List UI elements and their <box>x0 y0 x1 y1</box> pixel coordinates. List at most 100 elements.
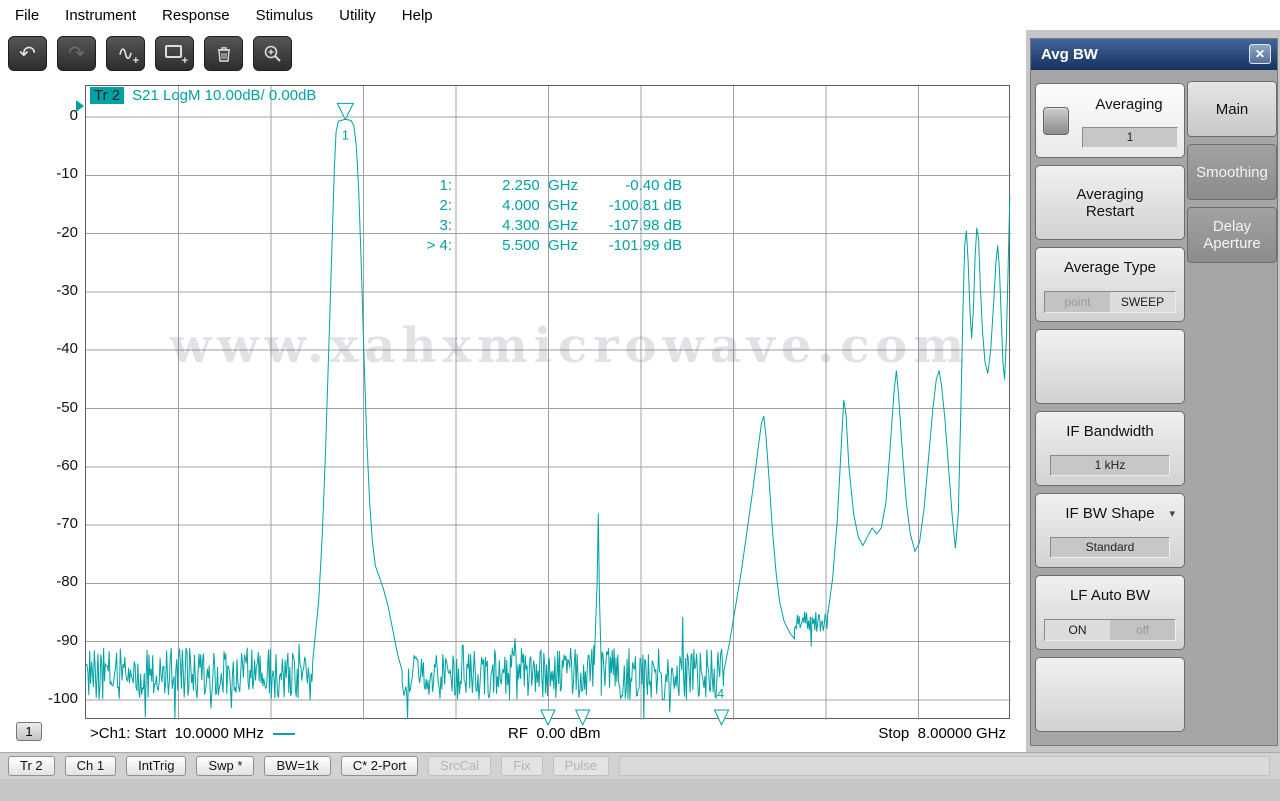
add-trace-icon: ∿ <box>117 42 134 65</box>
marker-number: 2: <box>439 197 452 214</box>
status-button-swp[interactable]: Swp * <box>196 756 255 776</box>
status-button-fix[interactable]: Fix <box>501 756 543 776</box>
averaging-button[interactable]: Averaging 1 <box>1035 83 1185 158</box>
marker-value: -101.99 dB <box>608 237 682 254</box>
y-axis-tick-label: -30 <box>56 281 78 299</box>
averaging-restart-button[interactable]: Averaging Restart <box>1035 165 1185 240</box>
menu-item-response[interactable]: Response <box>149 2 243 29</box>
y-axis-tick-label: -40 <box>56 340 78 358</box>
averaging-led-indicator <box>1043 107 1069 135</box>
marker-4-label: 4 <box>717 686 724 701</box>
marker-frequency: 5.500 GHz <box>502 237 578 254</box>
rf-power-label: RF 0.00 dBm <box>508 725 601 742</box>
plot-footer: >Ch1: Start 10.0000 MHz RF 0.00 dBm Stop… <box>0 723 1026 747</box>
dialog-title: Avg BW <box>1041 46 1098 63</box>
y-axis-tick-label: -80 <box>56 573 78 591</box>
menu-item-file[interactable]: File <box>2 2 52 29</box>
if-bw-shape-label: IF BW Shape <box>1065 505 1155 522</box>
lf-auto-bw-label: LF Auto BW <box>1069 587 1151 604</box>
y-axis-tick-label: -90 <box>56 631 78 649</box>
blank-softkey-1 <box>1035 329 1185 404</box>
average-type-sweep-option[interactable]: SWEEP <box>1110 292 1175 312</box>
marker-frequency: 4.000 GHz <box>502 197 578 214</box>
tab-smoothing[interactable]: Smoothing <box>1187 144 1277 200</box>
trace-header[interactable]: Tr 2 S21 LogM 10.00dB/ 0.00dB <box>90 87 316 104</box>
plus-icon: + <box>181 55 188 67</box>
menu-item-utility[interactable]: Utility <box>326 2 389 29</box>
tab-main[interactable]: Main <box>1187 81 1277 137</box>
status-button-tr-2[interactable]: Tr 2 <box>8 756 55 776</box>
marker-value: -107.98 dB <box>608 217 682 234</box>
status-button-c-2-port[interactable]: C* 2-Port <box>340 756 419 776</box>
start-frequency-text: >Ch1: Start 10.0000 MHz <box>90 725 264 742</box>
blank-softkey-2 <box>1035 657 1185 732</box>
dropdown-arrow-icon: ▾ <box>1169 508 1175 520</box>
averaging-restart-label: Averaging Restart <box>1076 185 1144 220</box>
marker-value: -0.40 dB <box>625 177 682 194</box>
averaging-label: Averaging <box>1095 96 1163 113</box>
redo-icon: ↷ <box>68 42 85 65</box>
trace-color-swatch <box>272 732 295 735</box>
main-area: ↶ ↷ ∿ + + www.xahxmicrowave.com 1 4 Tr 2… <box>0 30 1026 752</box>
lf-auto-bw-toggle: ON off <box>1044 619 1176 641</box>
y-axis-tick-label: -50 <box>56 398 78 416</box>
close-icon[interactable]: ✕ <box>1249 44 1271 64</box>
add-trace-button[interactable]: ∿ + <box>106 36 145 71</box>
stimulus-stop-label: Stop 8.00000 GHz <box>878 725 1006 742</box>
trace-badge: Tr 2 <box>90 87 125 104</box>
zoom-button[interactable] <box>253 36 292 71</box>
y-axis-tick-label: -100 <box>47 690 78 707</box>
status-button-bw-1k[interactable]: BW=1k <box>264 756 331 776</box>
stimulus-start-label: >Ch1: Start 10.0000 MHz <box>90 725 295 742</box>
dialog-titlebar[interactable]: Avg BW ✕ <box>1031 39 1277 70</box>
menu-item-help[interactable]: Help <box>389 2 446 29</box>
new-window-icon <box>164 45 182 58</box>
marker-frequency: 4.300 GHz <box>502 217 578 234</box>
channel-badge[interactable]: 1 <box>16 722 42 741</box>
average-type-button[interactable]: Average Type point SWEEP <box>1035 247 1185 322</box>
menu-item-stimulus[interactable]: Stimulus <box>243 2 327 29</box>
if-bw-shape-field[interactable]: Standard <box>1050 537 1170 558</box>
undo-icon: ↶ <box>19 42 36 65</box>
reference-level-arrow-icon <box>76 100 84 112</box>
delete-trace-button[interactable] <box>204 36 243 71</box>
y-axis-tick-label: -60 <box>56 456 78 474</box>
if-bandwidth-field[interactable]: 1 kHz <box>1050 455 1170 476</box>
status-bar: Tr 2 Ch 1 IntTrig Swp * BW=1k C* 2-Port SrcCal… <box>0 752 1280 779</box>
status-button-ch-1[interactable]: Ch 1 <box>64 756 117 776</box>
marker-1-label: 1 <box>342 127 349 142</box>
average-type-toggle: point SWEEP <box>1044 291 1176 313</box>
tab-delay-aperture[interactable]: Delay Aperture <box>1187 207 1277 263</box>
marker-readout: 1: 2.250 GHz -0.40 dB 2: 4.000 GHz -100.81 dB… <box>400 176 682 256</box>
y-axis-tick-label: -20 <box>56 223 78 241</box>
undo-button[interactable]: ↶ <box>8 36 47 71</box>
if-bandwidth-label: IF Bandwidth <box>1066 423 1154 440</box>
if-bw-shape-button[interactable]: IF BW Shape ▾ Standard <box>1035 493 1185 568</box>
menu-bar: File Instrument Response Stimulus Utility Hel… <box>0 0 1280 30</box>
status-button-srccal[interactable]: SrcCal <box>428 756 492 776</box>
lf-auto-bw-on-option[interactable]: ON <box>1045 620 1110 640</box>
status-button-inttrig[interactable]: IntTrig <box>126 756 187 776</box>
marker-number: 3: <box>439 217 452 234</box>
dialog-tabs: Main Smoothing Delay Aperture <box>1187 81 1277 270</box>
marker-frequency: 2.250 GHz <box>502 177 578 194</box>
toolbar: ↶ ↷ ∿ + + <box>8 36 292 71</box>
lf-auto-bw-off-option[interactable]: off <box>1110 620 1175 640</box>
zoom-icon <box>264 45 281 62</box>
marker-number: > 4: <box>426 237 452 254</box>
y-axis-tick-label: -70 <box>56 515 78 533</box>
trace-title: S21 LogM 10.00dB/ 0.00dB <box>132 87 317 104</box>
y-axis-tick-label: -10 <box>56 165 78 183</box>
new-window-button[interactable]: + <box>155 36 194 71</box>
y-axis-tick-label: 0 <box>69 107 78 124</box>
menu-item-instrument[interactable]: Instrument <box>52 2 149 29</box>
status-button-pulse[interactable]: Pulse <box>552 756 610 776</box>
lf-auto-bw-button[interactable]: LF Auto BW ON off <box>1035 575 1185 650</box>
if-bandwidth-button[interactable]: IF Bandwidth 1 kHz <box>1035 411 1185 486</box>
trash-icon <box>217 46 230 62</box>
average-type-point-option[interactable]: point <box>1045 292 1110 312</box>
redo-button[interactable]: ↷ <box>57 36 96 71</box>
averaging-count-field[interactable]: 1 <box>1082 127 1178 148</box>
softkey-column: Averaging 1 Averaging Restart Average Ty… <box>1035 83 1185 739</box>
avg-bw-dialog: Avg BW ✕ Averaging 1 Averaging Restart A… <box>1030 38 1278 746</box>
